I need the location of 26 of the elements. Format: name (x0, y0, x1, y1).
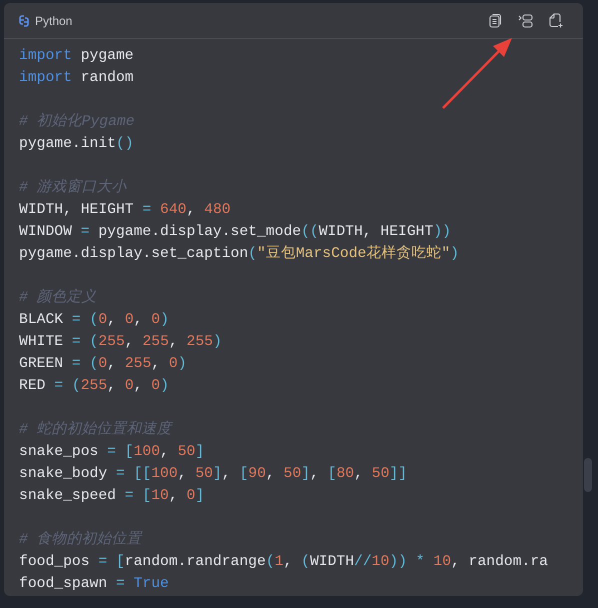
code-line: # 食物的初始位置 (19, 532, 142, 548)
code-line: # 颜色定义 (19, 290, 97, 306)
code-line: food_pos = [random.randrange(1, (WIDTH//10)) * 10, random.ra (19, 554, 548, 570)
code-line: GREEN = (0, 255, 0) (19, 356, 187, 372)
scrollbar-thumb[interactable] (584, 458, 592, 492)
code-line: WIDTH, HEIGHT = 640, 480 (19, 202, 231, 218)
code-line: snake_body = [[100, 50], [90, 50], [80, 50]] (19, 466, 408, 482)
code-line: import pygame (19, 48, 134, 64)
code-line: snake_speed = [10, 0] (19, 488, 204, 504)
code-line: food_spawn = True (19, 576, 169, 592)
new-file-icon[interactable] (548, 12, 563, 28)
python-logo-icon (18, 14, 30, 26)
code-line: WINDOW = pygame.display.set_mode((WIDTH, HEIGHT)) (19, 224, 451, 240)
code-line: # 蛇的初始位置和速度 (19, 422, 172, 438)
code-line: import random (19, 70, 134, 86)
code-line: pygame.display.set_caption("豆包MarsCode花样贪吃蛇") (19, 246, 459, 262)
code-line: # 初始化Pygame (19, 114, 135, 130)
code-line: # 游戏窗口大小 (19, 180, 127, 196)
copy-icon[interactable] (488, 12, 502, 28)
insert-code-icon[interactable] (517, 12, 533, 28)
code-line: snake_pos = [100, 50] (19, 444, 204, 460)
language-label: Python (35, 12, 72, 30)
code-line: BLACK = (0, 0, 0) (19, 312, 169, 328)
code-line: pygame.init() (19, 136, 134, 152)
code-line: RED = (255, 0, 0) (19, 378, 169, 394)
code-line: WHITE = (255, 255, 255) (19, 334, 222, 350)
